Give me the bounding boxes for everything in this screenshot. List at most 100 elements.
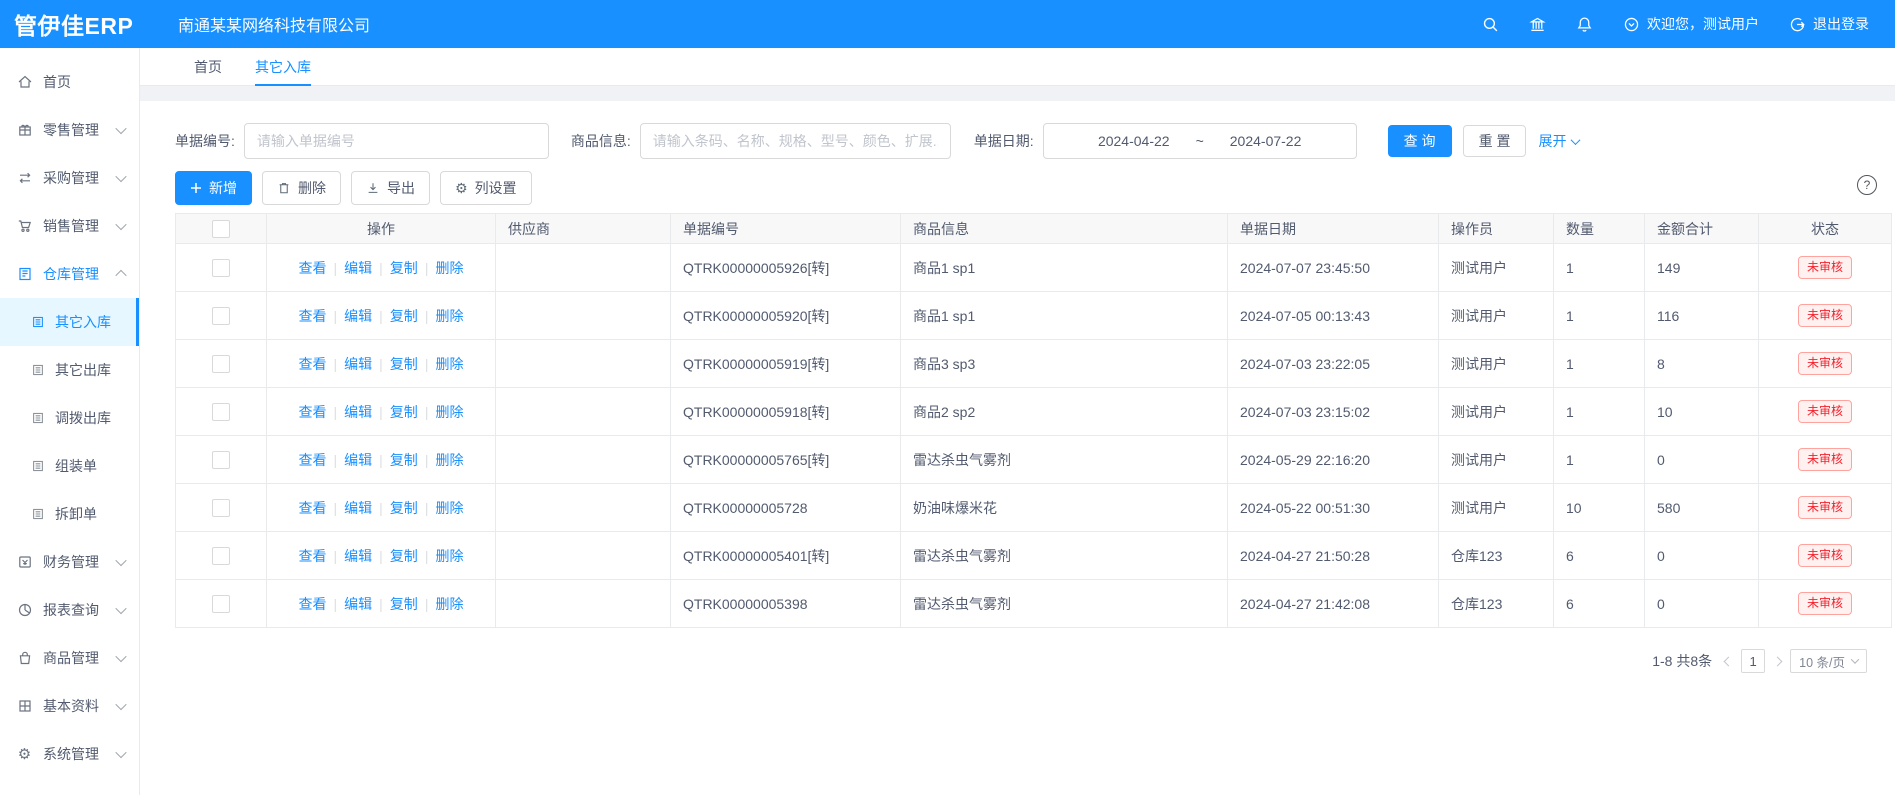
cell-supplier [496, 292, 671, 340]
expand-link[interactable]: 展开 [1538, 131, 1579, 151]
doc-no-input[interactable] [244, 123, 549, 159]
next-page-button[interactable] [1774, 658, 1781, 665]
copy-link[interactable]: 复制 [390, 356, 418, 372]
search-button[interactable]: 查 询 [1388, 125, 1452, 157]
view-link[interactable]: 查看 [299, 308, 327, 324]
copy-link[interactable]: 复制 [390, 452, 418, 468]
help-icon[interactable]: ? [1857, 175, 1877, 195]
sidebar-item-purchase[interactable]: 采购管理 [0, 154, 139, 202]
row-checkbox[interactable] [212, 403, 230, 421]
sidebar-item-other-outbound[interactable]: 其它出库 [0, 346, 139, 394]
col-status: 状态 [1759, 214, 1892, 244]
chevron-left-icon [1724, 656, 1734, 666]
delete-link[interactable]: 删除 [435, 308, 463, 324]
row-checkbox[interactable] [212, 451, 230, 469]
sidebar-item-transfer-outbound[interactable]: 调拨出库 [0, 394, 139, 442]
tab-home[interactable]: 首页 [194, 48, 222, 85]
sidebar-item-reports[interactable]: 报表查询 [0, 586, 139, 634]
cell-operator: 测试用户 [1439, 244, 1554, 292]
view-link[interactable]: 查看 [299, 500, 327, 516]
row-checkbox[interactable] [212, 355, 230, 373]
main-area: 首页 其它入库 单据编号: 商品信息: 单据日期: 2024-04-22 ~ 2… [140, 48, 1895, 795]
edit-link[interactable]: 编辑 [344, 452, 372, 468]
delete-link[interactable]: 删除 [435, 260, 463, 276]
view-link[interactable]: 查看 [299, 596, 327, 612]
row-checkbox[interactable] [212, 547, 230, 565]
sidebar-item-sales[interactable]: 销售管理 [0, 202, 139, 250]
sidebar-item-finance[interactable]: 财务管理 [0, 538, 139, 586]
row-checkbox[interactable] [212, 259, 230, 277]
add-button[interactable]: 新增 [175, 171, 252, 205]
sidebar-item-products[interactable]: 商品管理 [0, 634, 139, 682]
tab-other-inbound[interactable]: 其它入库 [255, 48, 311, 85]
delete-link[interactable]: 删除 [435, 500, 463, 516]
reset-button[interactable]: 重 置 [1463, 125, 1527, 157]
select-all-header [176, 214, 267, 244]
copy-link[interactable]: 复制 [390, 500, 418, 516]
delete-link[interactable]: 删除 [435, 356, 463, 372]
logout-button[interactable]: 退出登录 [1789, 14, 1869, 34]
sidebar-item-home[interactable]: 首页 [0, 58, 139, 106]
chevron-down-icon [115, 171, 126, 182]
view-link[interactable]: 查看 [299, 404, 327, 420]
doc-no-label: 单据编号: [175, 131, 235, 151]
copy-link[interactable]: 复制 [390, 404, 418, 420]
edit-link[interactable]: 编辑 [344, 548, 372, 564]
cell-product: 商品3 sp3 [901, 340, 1228, 388]
product-info-input[interactable] [640, 123, 951, 159]
delete-link[interactable]: 删除 [435, 452, 463, 468]
sidebar-item-warehouse[interactable]: 仓库管理 [0, 250, 139, 298]
edit-link[interactable]: 编辑 [344, 308, 372, 324]
delete-link[interactable]: 删除 [435, 548, 463, 564]
sidebar-item-assembly[interactable]: 组装单 [0, 442, 139, 490]
form-icon [30, 363, 45, 378]
column-settings-button[interactable]: ⚙ 列设置 [440, 171, 532, 205]
sidebar-item-system[interactable]: ⚙ 系统管理 [0, 730, 139, 778]
view-link[interactable]: 查看 [299, 548, 327, 564]
row-checkbox[interactable] [212, 307, 230, 325]
page-size-select[interactable]: 10 条/页 [1790, 649, 1867, 673]
edit-link[interactable]: 编辑 [344, 596, 372, 612]
prev-page-button[interactable] [1725, 658, 1732, 665]
chevron-down-icon [115, 123, 126, 134]
view-link[interactable]: 查看 [299, 452, 327, 468]
delete-link[interactable]: 删除 [435, 596, 463, 612]
sidebar-item-other-inbound[interactable]: 其它入库 [0, 298, 139, 346]
copy-link[interactable]: 复制 [390, 548, 418, 564]
warehouse-icon [16, 266, 33, 283]
view-link[interactable]: 查看 [299, 260, 327, 276]
copy-link[interactable]: 复制 [390, 308, 418, 324]
home-icon [16, 74, 33, 91]
edit-link[interactable]: 编辑 [344, 260, 372, 276]
app-logo: 管伊佳ERP [0, 7, 154, 41]
search-icon[interactable] [1482, 16, 1499, 33]
delete-link[interactable]: 删除 [435, 404, 463, 420]
cell-amount: 0 [1645, 532, 1759, 580]
pagination: 1-8 共8条 1 10 条/页 [175, 649, 1887, 673]
bell-icon[interactable] [1576, 16, 1593, 33]
edit-link[interactable]: 编辑 [344, 500, 372, 516]
cell-doc-no: QTRK00000005765[转] [671, 436, 901, 484]
cell-doc-no: QTRK00000005918[转] [671, 388, 901, 436]
sidebar-item-retail[interactable]: 零售管理 [0, 106, 139, 154]
sidebar-item-disassembly[interactable]: 拆卸单 [0, 490, 139, 538]
date-range-picker[interactable]: 2024-04-22 ~ 2024-07-22 [1043, 123, 1357, 159]
purchase-icon [16, 170, 33, 187]
page-number-1[interactable]: 1 [1741, 649, 1765, 673]
bank-icon[interactable] [1529, 16, 1546, 33]
delete-button[interactable]: 删除 [262, 171, 341, 205]
sidebar-item-basic-data[interactable]: 基本资料 [0, 682, 139, 730]
edit-link[interactable]: 编辑 [344, 356, 372, 372]
copy-link[interactable]: 复制 [390, 596, 418, 612]
row-checkbox[interactable] [212, 499, 230, 517]
cell-operator: 测试用户 [1439, 292, 1554, 340]
user-menu[interactable]: 欢迎您，测试用户 [1623, 14, 1759, 34]
edit-link[interactable]: 编辑 [344, 404, 372, 420]
view-link[interactable]: 查看 [299, 356, 327, 372]
export-button[interactable]: 导出 [351, 171, 430, 205]
copy-link[interactable]: 复制 [390, 260, 418, 276]
cell-qty: 6 [1554, 532, 1645, 580]
table-row: 查看|编辑|复制|删除 QTRK00000005765[转] 雷达杀虫气雾剂 2… [176, 436, 1892, 484]
row-checkbox[interactable] [212, 595, 230, 613]
select-all-checkbox[interactable] [212, 220, 230, 238]
